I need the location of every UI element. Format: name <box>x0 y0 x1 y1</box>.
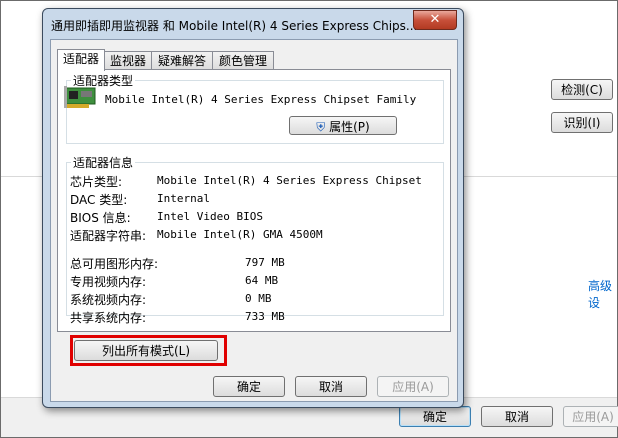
adapter-name: Mobile Intel(R) 4 Series Express Chipset… <box>105 93 417 106</box>
highlight-box <box>70 335 227 366</box>
bios-info-label: BIOS 信息: <box>70 211 131 225</box>
apply-button[interactable]: 应用(A) <box>563 406 618 427</box>
dialog-title: 通用即插即用监视器 和 Mobile Intel(R) 4 Series Exp… <box>51 19 418 33</box>
adapter-string-value: Mobile Intel(R) GMA 4500M <box>157 228 323 241</box>
tab-color-management[interactable]: 颜色管理 <box>212 51 274 70</box>
bios-info-value: Intel Video BIOS <box>157 210 263 223</box>
system-video-memory-label: 系统视频内存: <box>70 293 147 307</box>
total-memory-label: 总可用图形内存: <box>70 257 159 271</box>
close-button[interactable]: ✕ <box>413 10 457 30</box>
title-bar[interactable]: 通用即插即用监视器 和 Mobile Intel(R) 4 Series Exp… <box>43 9 463 39</box>
shared-memory-value: 733 MB <box>245 310 285 323</box>
dialog-client-area: 适配器 监视器 疑难解答 颜色管理 适配器类型 Mobile Intel(R) … <box>50 39 458 402</box>
detect-button[interactable]: 检测(C) <box>551 79 613 100</box>
adapter-type-group: 适配器类型 Mobile Intel(R) 4 Series Express C… <box>64 72 444 144</box>
dac-type-value: Internal <box>157 192 210 205</box>
adapter-info-group-title: 适配器信息 <box>71 154 136 171</box>
adapter-info-group: 适配器信息 芯片类型: Mobile Intel(R) 4 Series Exp… <box>66 154 444 325</box>
dialog-cancel-button[interactable]: 取消 <box>295 376 367 397</box>
dedicated-memory-label: 专用视频内存: <box>70 275 147 289</box>
properties-button-label: 属性(P) <box>329 120 370 134</box>
tab-panel-adapter: 适配器类型 Mobile Intel(R) 4 Series Express C… <box>57 69 451 332</box>
close-icon: ✕ <box>429 12 441 27</box>
properties-button[interactable]: ⛨ 属性(P) <box>289 116 397 135</box>
ok-button[interactable]: 确定 <box>399 406 471 427</box>
total-memory-value: 797 MB <box>245 256 285 269</box>
advanced-settings-link[interactable]: 高级设 <box>588 277 617 311</box>
graphics-card-icon <box>64 86 96 108</box>
tab-troubleshoot[interactable]: 疑难解答 <box>151 51 213 70</box>
chip-type-label: 芯片类型: <box>70 175 123 189</box>
identify-button[interactable]: 识别(I) <box>551 112 613 133</box>
dedicated-memory-value: 64 MB <box>245 274 279 287</box>
tab-adapter[interactable]: 适配器 <box>57 49 105 71</box>
adapter-properties-dialog: 通用即插即用监视器 和 Mobile Intel(R) 4 Series Exp… <box>42 8 464 408</box>
tab-monitor[interactable]: 监视器 <box>104 51 152 70</box>
dialog-ok-button[interactable]: 确定 <box>213 376 285 397</box>
adapter-string-label: 适配器字符串: <box>70 229 147 243</box>
shared-memory-label: 共享系统内存: <box>70 311 147 325</box>
dac-type-label: DAC 类型: <box>70 193 128 207</box>
system-video-memory-value: 0 MB <box>245 292 272 305</box>
shield-icon: ⛨ <box>316 120 326 134</box>
dialog-apply-button[interactable]: 应用(A) <box>377 376 449 397</box>
chip-type-value: Mobile Intel(R) 4 Series Express Chipset <box>157 174 422 187</box>
cancel-button[interactable]: 取消 <box>481 406 553 427</box>
